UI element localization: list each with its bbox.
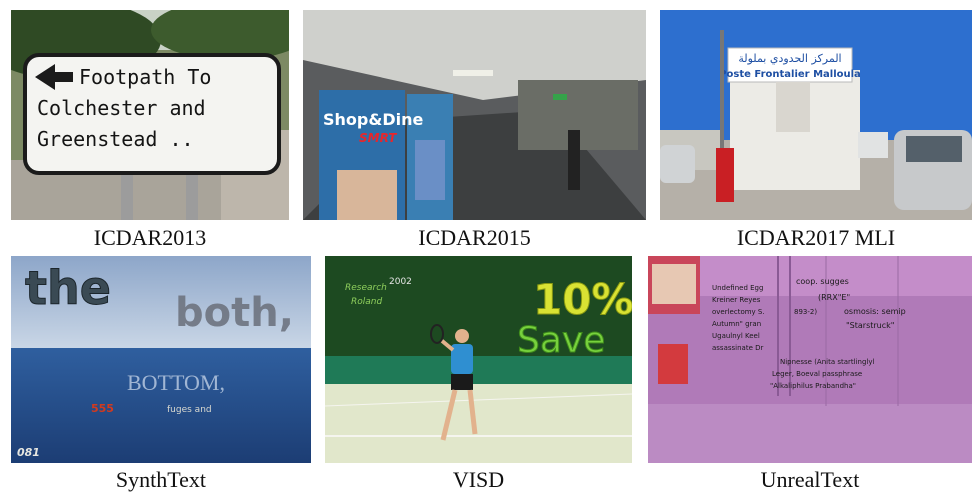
photo-rendered-building: coop. sugges (RRX"E" Undefined Egg Krein… xyxy=(648,256,972,463)
visd-text-save: Save xyxy=(517,320,605,361)
caption-visd: VISD xyxy=(452,467,505,492)
unreal-text-11: "Starstruck" xyxy=(846,321,894,330)
unreal-text-10: osmosis: semip xyxy=(844,307,906,316)
unreal-text-14: "Alkaliphilus Prabandha" xyxy=(770,382,856,390)
unreal-text-6: Autumn" gran xyxy=(712,320,761,328)
synth-text-the: the xyxy=(25,261,111,315)
photo-tennis-court: Research 2002 Roland 10% Save xyxy=(325,256,632,463)
sign-line-2: Colchester and xyxy=(37,96,206,120)
synth-text-081: 081 xyxy=(17,446,40,459)
poster-text-shopdine: Shop&Dine xyxy=(323,110,423,129)
unreal-text-4: Kreiner Reyes xyxy=(712,296,761,304)
caption-icdar2017-mli: ICDAR2017 MLI xyxy=(736,225,896,250)
caption-icdar2013: ICDAR2013 xyxy=(93,225,207,250)
photo-border-post: المركز الحدودي بملولة Poste Frontalier M… xyxy=(660,10,972,220)
image-icdar2013: Footpath To Colchester and Greenstead .. xyxy=(11,10,289,220)
visd-text-10-percent: 10% xyxy=(533,275,632,324)
image-icdar2015: Shop&Dine SMRT xyxy=(303,10,646,220)
unreal-text-1: coop. sugges xyxy=(796,277,849,286)
photo-footpath-sign: Footpath To Colchester and Greenstead .. xyxy=(11,10,289,220)
unreal-text-8: assassinate Dr xyxy=(712,344,764,352)
photo-synthetic-sea: the both, BOTTOM, 555 fuges and 081 xyxy=(11,256,311,463)
image-unrealtext: coop. sugges (RRX"E" Undefined Egg Krein… xyxy=(648,256,972,463)
unreal-text-13: Leger, Boeval passphrase xyxy=(772,370,862,378)
sign-line-1: Footpath To xyxy=(79,65,211,89)
visd-text-research: Research xyxy=(345,283,387,293)
caption-unrealtext: UnrealText xyxy=(760,467,860,492)
synth-text-bottom: BOTTOM, xyxy=(127,370,225,395)
photo-underpass-poster: Shop&Dine SMRT xyxy=(303,10,646,220)
image-visd: Research 2002 Roland 10% Save xyxy=(325,256,632,463)
sign-text-arabic: المركز الحدودي بملولة xyxy=(738,52,841,65)
unreal-text-9: 893-2) xyxy=(794,308,817,316)
sign-text-french: Poste Frontalier Malloula xyxy=(719,69,861,80)
unreal-text-3: Undefined Egg xyxy=(712,284,763,292)
synth-text-555: 555 xyxy=(91,402,114,415)
visd-text-roland: Roland xyxy=(351,297,382,307)
caption-synthtext: SynthText xyxy=(115,467,207,492)
image-synthtext: the both, BOTTOM, 555 fuges and 081 xyxy=(11,256,311,463)
unreal-text-12: Nipnesse (Anita startlinglyl xyxy=(780,358,875,366)
poster-text-smrt: SMRT xyxy=(359,131,397,145)
synth-text-fuges: fuges and xyxy=(167,405,212,415)
image-icdar2017-mli: المركز الحدودي بملولة Poste Frontalier M… xyxy=(660,10,972,220)
unreal-text-2: (RRX"E" xyxy=(818,293,850,302)
unreal-text-5: overlectomy S. xyxy=(712,308,765,316)
sign-line-3: Greenstead .. xyxy=(37,127,194,151)
unreal-text-7: Ugaulnyl Keel xyxy=(712,332,760,340)
caption-icdar2015: ICDAR2015 xyxy=(418,225,531,250)
visd-text-year: 2002 xyxy=(389,277,412,287)
synth-text-both: both, xyxy=(175,290,294,336)
